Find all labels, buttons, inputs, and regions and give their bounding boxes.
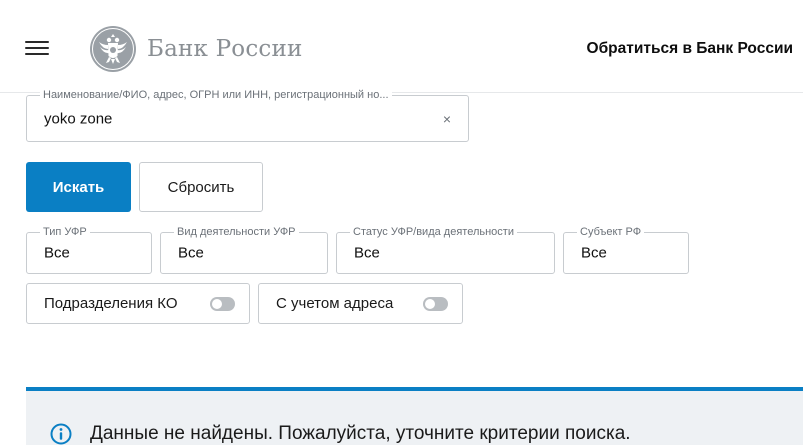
filter-status-select[interactable]: Статус УФР/вида деятельности Все [336,226,555,274]
site-header: Банк России Обратиться в Банк России [0,0,803,93]
no-results-notice: Данные не найдены. Пожалуйста, уточните … [26,387,803,445]
filter-activity-label: Вид деятельности УФР [174,226,299,239]
clear-icon[interactable]: × [443,112,451,126]
toggle-address-switch[interactable] [423,297,448,311]
search-button[interactable]: Искать [26,162,131,212]
filter-type-select[interactable]: Тип УФР Все [26,226,152,274]
menu-icon[interactable] [25,41,49,56]
contact-bank-link[interactable]: Обратиться в Банк России [587,40,793,58]
filter-type-label: Тип УФР [40,226,90,239]
notice-text: Данные не найдены. Пожалуйста, уточните … [90,423,631,444]
toggle-address-label: С учетом адреса [276,295,394,312]
filter-activity-value: Все [178,244,204,262]
toggle-ko-divisions[interactable]: Подразделения КО [26,283,250,324]
filter-subject-label: Субъект РФ [577,226,645,239]
info-icon [50,423,72,445]
logo-text: Банк России [147,36,303,62]
search-field[interactable]: Наименование/ФИО, адрес, ОГРН или ИНН, р… [26,89,469,142]
filter-status-label: Статус УФР/вида деятельности [350,226,517,239]
search-input[interactable]: yoko zone [44,110,112,127]
search-field-label: Наименование/ФИО, адрес, ОГРН или ИНН, р… [40,89,392,102]
toggle-ko-switch[interactable] [210,297,235,311]
filter-activity-select[interactable]: Вид деятельности УФР Все [160,226,328,274]
reset-button[interactable]: Сбросить [139,162,263,212]
bank-logo[interactable]: Банк России [89,24,303,74]
filter-subject-select[interactable]: Субъект РФ Все [563,226,689,274]
filter-type-value: Все [44,244,70,262]
toggle-ko-label: Подразделения КО [44,295,178,312]
toggle-address[interactable]: С учетом адреса [258,283,463,324]
emblem-icon [90,26,136,72]
filter-subject-value: Все [581,244,607,262]
filter-status-value: Все [354,244,380,262]
